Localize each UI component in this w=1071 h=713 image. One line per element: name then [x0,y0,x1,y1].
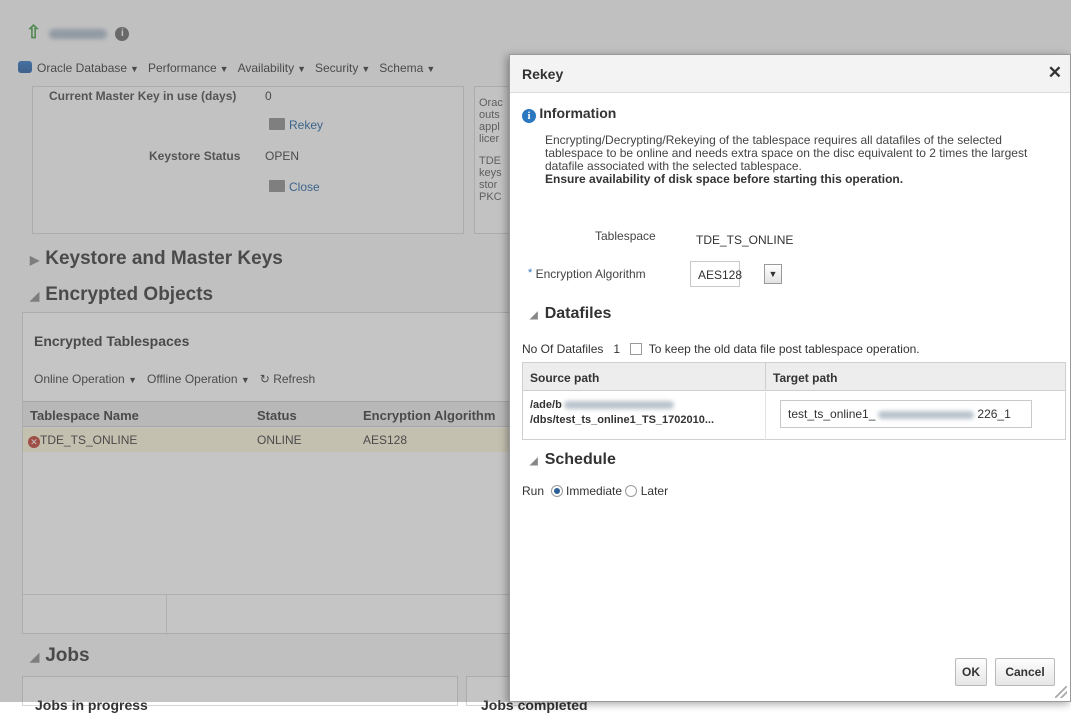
tablespace-value: TDE_TS_ONLINE [696,233,794,247]
run-options: Run Immediate Later [522,484,668,498]
keep-old-datafile-label: To keep the old data file post tablespac… [648,342,920,356]
information-warning: Ensure availability of disk space before… [545,172,904,186]
chevron-down-icon[interactable]: ▼ [764,264,782,284]
collapse-icon: ◢ [530,310,538,321]
datafiles-info-row: No Of Datafiles 1 To keep the old data f… [522,342,920,356]
encryption-algorithm-select[interactable]: AES128 [690,261,742,287]
redacted-path [878,410,975,419]
col-source-path[interactable]: Source path [523,363,766,391]
target-path-input[interactable]: test_ts_online1_ 226_1 [780,400,1032,428]
encryption-algorithm-label: * Encryption Algorithm [528,267,646,281]
datafiles-heading[interactable]: ◢ Datafiles [530,305,611,323]
target-path-cell: test_ts_online1_ 226_1 [523,392,1065,440]
information-text: Encrypting/Decrypting/Rekeying of the ta… [545,133,1028,186]
tablespace-label: Tablespace [595,229,656,243]
schedule-heading[interactable]: ◢ Schedule [530,451,616,469]
immediate-radio[interactable] [550,485,563,497]
col-target-path[interactable]: Target path [766,363,1065,391]
cancel-button[interactable]: Cancel [995,658,1055,686]
later-label[interactable]: Later [641,484,668,498]
resize-handle[interactable] [1055,686,1067,698]
immediate-label[interactable]: Immediate [566,484,622,498]
no-of-datafiles-label: No Of Datafiles [522,342,604,356]
ok-button[interactable]: OK [955,658,987,686]
dialog-title: Rekey [522,66,564,82]
no-of-datafiles-value: 1 [613,342,621,356]
info-icon: i [522,109,536,123]
collapse-icon: ◢ [530,456,538,467]
later-radio[interactable] [625,485,638,497]
datafiles-table: Source path Target path /ade/b /dbs/test… [522,362,1066,440]
dialog-header[interactable]: Rekey ✕ [510,55,1070,93]
information-heading: i Information [522,105,616,123]
run-label: Run [522,484,545,498]
close-icon[interactable]: ✕ [1048,63,1062,83]
keep-old-datafile-checkbox[interactable] [630,343,643,355]
rekey-dialog: Rekey ✕ i Information Encrypting/Decrypt… [509,54,1071,702]
required-indicator: * [528,267,533,279]
